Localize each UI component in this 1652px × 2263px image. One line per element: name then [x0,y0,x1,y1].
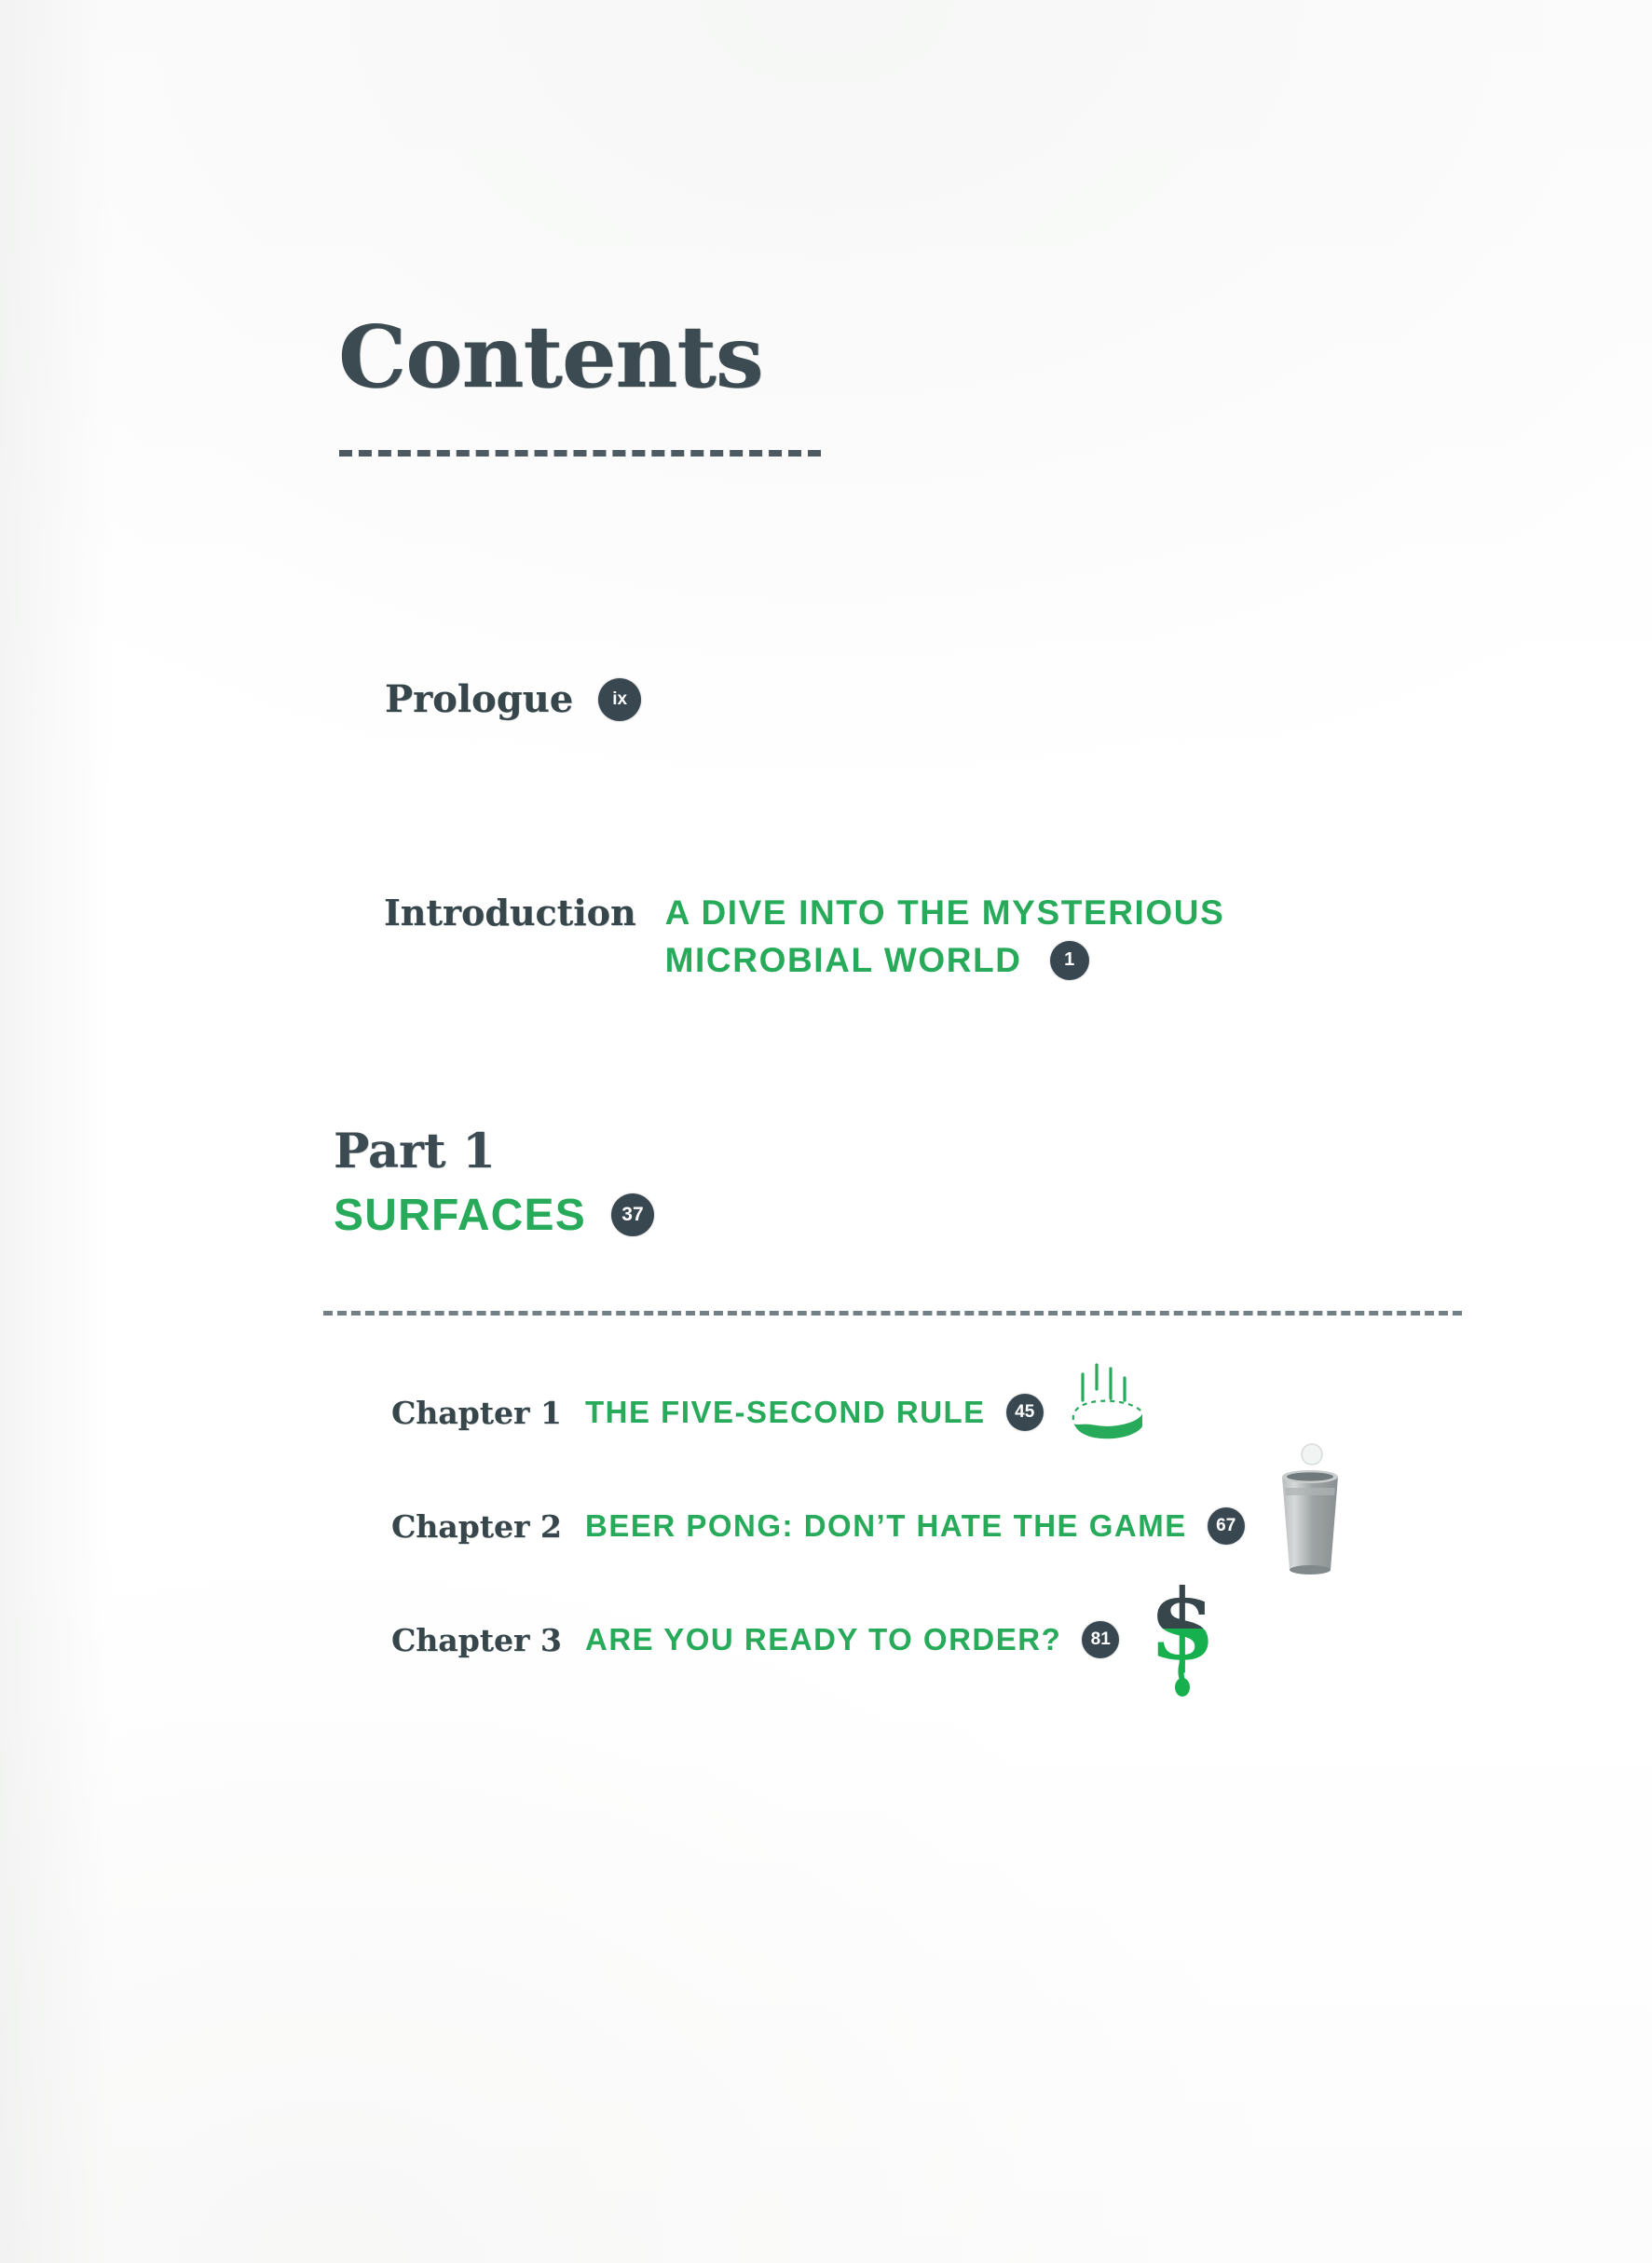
part-heading[interactable]: Part 1 SURFACES 37 [334,1124,654,1241]
table-row[interactable]: Chapter 2 BEER PONG: DON’T HATE THE GAME… [391,1443,1509,1583]
page-number-badge: 1 [1049,940,1089,980]
page-number-badge: 81 [1082,1621,1120,1658]
chapter-title: BEER PONG: DON’T HATE THE GAME [585,1508,1187,1543]
table-row[interactable]: Chapter 3 ARE YOU READY TO ORDER? 81 $ $ [391,1569,1509,1697]
introduction-label: Introduction [384,892,636,934]
page-number-badge: 67 [1207,1507,1245,1545]
page-number-badge: 37 [610,1193,654,1237]
part-divider [323,1311,1462,1316]
title-divider [339,450,821,457]
chapter-title: THE FIVE-SECOND RULE [585,1395,986,1429]
party-cup-icon [1267,1439,1353,1579]
introduction-title-line-2-row: MICROBIAL WORLD 1 [665,939,1225,981]
page-number-badge: ix [598,677,642,721]
introduction-title-line-2: MICROBIAL WORLD [664,941,1022,980]
toc-entry-introduction[interactable]: Introduction A DIVE INTO THE MYSTERIOUS … [384,892,1224,981]
chapter-list: Chapter 1 THE FIVE-SECOND RULE 45 Chapte… [391,1356,1509,1697]
part-name-row: SURFACES 37 [334,1190,654,1241]
introduction-title-block: A DIVE INTO THE MYSTERIOUS MICROBIAL WOR… [665,892,1225,981]
prologue-label: Prologue [385,677,574,721]
chapter-title: ARE YOU READY TO ORDER? [585,1622,1062,1656]
chapter-label: Chapter 3 [391,1621,562,1658]
toc-entry-prologue[interactable]: Prologue ix [385,677,642,721]
bread-slice-icon [1057,1354,1159,1456]
table-of-contents-page: Contents Prologue ix Introduction A DIVE… [0,0,1652,2263]
chapter-label: Chapter 2 [391,1507,562,1545]
page-title: Contents [338,307,764,407]
page-number-badge: 45 [1005,1394,1044,1431]
part-name: SURFACES [334,1190,586,1240]
introduction-title-line-1: A DIVE INTO THE MYSTERIOUS [664,893,1225,932]
chapter-label: Chapter 1 [391,1394,562,1431]
dripping-dollar-sign-icon: $ $ [1136,1569,1229,1699]
part-label: Part 1 [334,1124,496,1179]
